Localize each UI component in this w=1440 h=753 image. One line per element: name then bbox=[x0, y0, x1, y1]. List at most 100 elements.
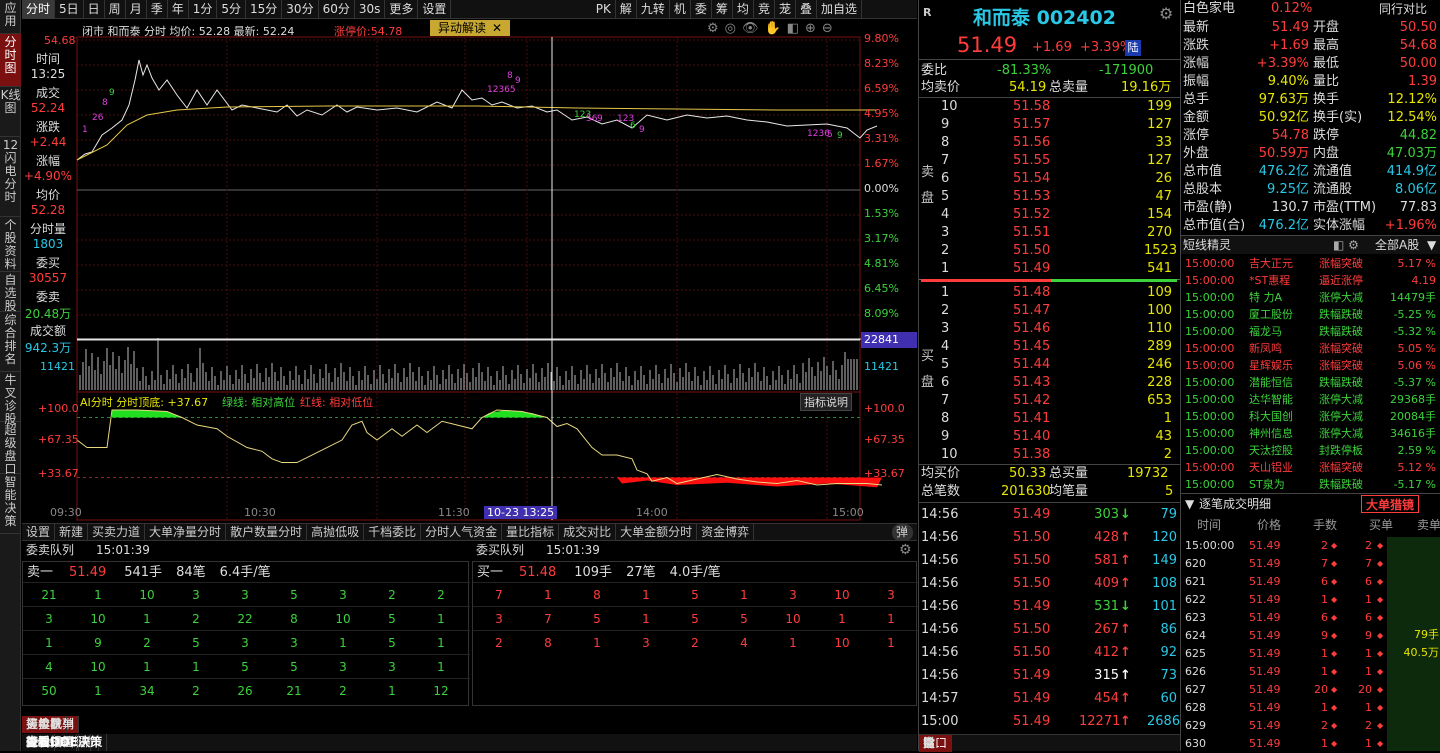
side-label-key: 时间 bbox=[35, 52, 60, 66]
toolbar-right-5[interactable]: 筹 bbox=[712, 0, 733, 19]
left-tab-8[interactable]: 超级盘口 bbox=[0, 422, 21, 476]
period-tab-10[interactable]: 30分 bbox=[282, 0, 319, 19]
sprite-value: -5.17 % bbox=[1393, 478, 1436, 491]
sprite-item[interactable]: 15:00:00 星辉娱乐 涨幅突破 5.06 % bbox=[1181, 357, 1440, 374]
peer-compare-button[interactable]: 同行对比 bbox=[1379, 0, 1427, 18]
expand-icon[interactable]: ◧ ⚙ bbox=[1333, 236, 1359, 254]
dde-button[interactable]: 查看DDE决策 bbox=[22, 734, 108, 751]
toolbar-right-0[interactable]: PK bbox=[592, 0, 616, 19]
popup-toggle[interactable]: 弹 bbox=[891, 523, 913, 541]
toolbar-right-2[interactable]: 九转 bbox=[637, 0, 670, 19]
indicator-tab-2[interactable]: 买卖力道 bbox=[88, 523, 146, 541]
period-tab-1[interactable]: 5日 bbox=[55, 0, 84, 19]
toolbar-right-3[interactable]: 机 bbox=[670, 0, 691, 19]
anomaly-popup[interactable]: 异动解读 ✕ bbox=[430, 20, 510, 36]
left-tab-4[interactable]: 个股资料 bbox=[0, 217, 21, 272]
left-tab-9[interactable]: 智能决策 bbox=[0, 474, 21, 534]
period-tab-13[interactable]: 更多 bbox=[385, 0, 419, 19]
indicator-tab-0[interactable]: 设置 bbox=[22, 523, 56, 541]
quote-cell: 6 bbox=[941, 375, 950, 390]
detail-hands: 20 bbox=[1314, 683, 1328, 696]
toolbar-right-10[interactable]: 加自选 bbox=[817, 0, 862, 19]
indicator-tab-11[interactable]: 资金博弈 bbox=[697, 523, 755, 541]
indicator-tab-10[interactable]: 大单金额分时 bbox=[616, 523, 698, 541]
big-order-button[interactable]: 大单猎镜 bbox=[1361, 495, 1420, 513]
toolbar-right-1[interactable]: 解 bbox=[616, 0, 637, 19]
left-tab-6[interactable]: 综合排名 bbox=[0, 312, 21, 372]
quote-cell: 10 bbox=[941, 447, 958, 462]
sprite-item[interactable]: 15:00:00 潜能恒信 跌幅跌破 -5.37 % bbox=[1181, 374, 1440, 391]
indicator-tab-7[interactable]: 分时人气资金 bbox=[421, 523, 503, 541]
quote-cell: 541 bbox=[1147, 261, 1172, 276]
left-tab-3[interactable]: 12闪电分时 bbox=[0, 137, 21, 217]
sprite-item[interactable]: 15:00:00 特 力A 涨停大减 14479手 bbox=[1181, 289, 1440, 306]
toolbar-right-8[interactable]: 茏 bbox=[775, 0, 796, 19]
sprite-item[interactable]: 15:00:00 达华智能 涨停大减 29368手 bbox=[1181, 391, 1440, 408]
period-tab-11[interactable]: 60分 bbox=[319, 0, 355, 19]
sell-queue-box: 卖一 51.49 541手 84笔 6.4手/笔 21 1 10 3 3 5 3 2 2 3 10 1 2 22 8 1… bbox=[22, 561, 470, 706]
sprite-item[interactable]: 15:00:00 新凤鸣 涨幅突破 5.05 % bbox=[1181, 340, 1440, 357]
quote-row: 2 51.50 1523 bbox=[919, 242, 1180, 260]
quote-cell: 51.48 bbox=[1013, 285, 1051, 300]
collapse-icon[interactable]: ▼ bbox=[1185, 495, 1194, 513]
period-tab-5[interactable]: 季 bbox=[147, 0, 168, 19]
left-tab-7[interactable]: 牛叉诊股 bbox=[0, 372, 21, 426]
quote-cell: 总笔数 bbox=[921, 484, 961, 499]
indicator-tab-6[interactable]: 千档委比 bbox=[364, 523, 422, 541]
sprite-filter[interactable]: 全部A股 bbox=[1375, 236, 1419, 254]
sprite-field: 潜能恒信 bbox=[1249, 376, 1293, 389]
period-tab-7[interactable]: 1分 bbox=[189, 0, 218, 19]
chevron-down-icon[interactable]: ▼ bbox=[1427, 236, 1436, 254]
quote-row: 均买价 50.33 总买量 19732 bbox=[919, 465, 1180, 483]
period-tab-9[interactable]: 15分 bbox=[246, 0, 283, 19]
sprite-item[interactable]: 15:00:00 ST泉为 跌幅跌破 -5.17 % bbox=[1181, 476, 1440, 493]
quote-row: 14:57 51.49 454 60 ↑ bbox=[919, 690, 1180, 708]
queue-tab-3[interactable]: 拖拉机单 bbox=[22, 716, 80, 733]
stat-key: 总股本 bbox=[1183, 182, 1223, 197]
sprite-item[interactable]: 15:00:00 厦工股份 跌幅跌破 -5.25 % bbox=[1181, 306, 1440, 323]
period-tab-4[interactable]: 月 bbox=[126, 0, 147, 19]
toolbar-right-7[interactable]: 竞 bbox=[754, 0, 775, 19]
chart-tool-icons[interactable]: ⚙◎👁✋◧⊕⊖ bbox=[707, 21, 839, 36]
period-tab-14[interactable]: 设置 bbox=[418, 0, 452, 19]
close-icon[interactable]: ✕ bbox=[492, 21, 502, 35]
signal-marker: 56 bbox=[586, 114, 598, 124]
toolbar-right-9[interactable]: 叠 bbox=[796, 0, 817, 19]
period-tab-12[interactable]: 30s bbox=[355, 0, 386, 19]
toolbar-right-6[interactable]: 均 bbox=[733, 0, 754, 19]
queue-cell: 3 bbox=[388, 660, 396, 674]
sprite-item[interactable]: 15:00:00 天山铝业 涨幅突破 5.12 % bbox=[1181, 459, 1440, 476]
period-tab-6[interactable]: 年 bbox=[168, 0, 189, 19]
indicator-tab-8[interactable]: 量比指标 bbox=[502, 523, 560, 541]
left-tab-0[interactable]: 应用 bbox=[0, 0, 21, 34]
sprite-item[interactable]: 15:00:00 科大国创 涨停大减 20084手 bbox=[1181, 408, 1440, 425]
period-tab-3[interactable]: 周 bbox=[105, 0, 126, 19]
quote-foot-tab-5[interactable]: 注 bbox=[919, 735, 941, 752]
indicator-tab-4[interactable]: 散户数量分时 bbox=[226, 523, 308, 541]
queue-cell: 10 bbox=[785, 612, 801, 626]
indicator-help-button[interactable]: 指标说明 bbox=[800, 393, 852, 411]
indicator-tab-9[interactable]: 成交对比 bbox=[559, 523, 617, 541]
left-tab-1[interactable]: 分时图 bbox=[0, 34, 21, 87]
sprite-item[interactable]: 15:00:00 天汰控股 封跌停板 2.59 % bbox=[1181, 442, 1440, 459]
indicator-tab-3[interactable]: 大单净量分时 bbox=[145, 523, 227, 541]
gear-icon[interactable]: ⚙ bbox=[899, 542, 912, 558]
sprite-item[interactable]: 15:00:00 *ST惠程 逼近涨停 4.19 bbox=[1181, 272, 1440, 289]
indicator-tab-1[interactable]: 新建 bbox=[55, 523, 89, 541]
toolbar-right-4[interactable]: 委 bbox=[691, 0, 712, 19]
period-tab-2[interactable]: 日 bbox=[84, 0, 105, 19]
signal-marker: 5 bbox=[827, 130, 833, 140]
sprite-item[interactable]: 15:00:00 福龙马 跌幅跌破 -5.32 % bbox=[1181, 323, 1440, 340]
intraday-chart[interactable]: 1 26 8 9 12365 8 9 123 56 9 123 6 9 1236 5 9 闭市 和而泰 分时 … bbox=[22, 20, 917, 522]
sprite-item[interactable]: 15:00:00 吉大正元 涨幅突破 5.17 % bbox=[1181, 255, 1440, 272]
period-tab-0[interactable]: 分时 bbox=[22, 0, 56, 19]
left-tab-2[interactable]: K线图 bbox=[0, 87, 21, 137]
sprite-item[interactable]: 15:00:00 神州信息 涨停大减 34616手 bbox=[1181, 425, 1440, 442]
gear-icon[interactable]: ⚙ bbox=[1159, 4, 1173, 23]
detail-row: 623 51.49 6 ◆ 6 ◆ bbox=[1181, 609, 1440, 627]
indicator-tab-5[interactable]: 高抛低吸 bbox=[307, 523, 365, 541]
detail-price: 51.49 bbox=[1249, 701, 1281, 714]
sector-pct: 0.12% bbox=[1271, 1, 1313, 16]
period-tab-8[interactable]: 5分 bbox=[217, 0, 247, 19]
left-tab-5[interactable]: 自选股 bbox=[0, 272, 21, 313]
